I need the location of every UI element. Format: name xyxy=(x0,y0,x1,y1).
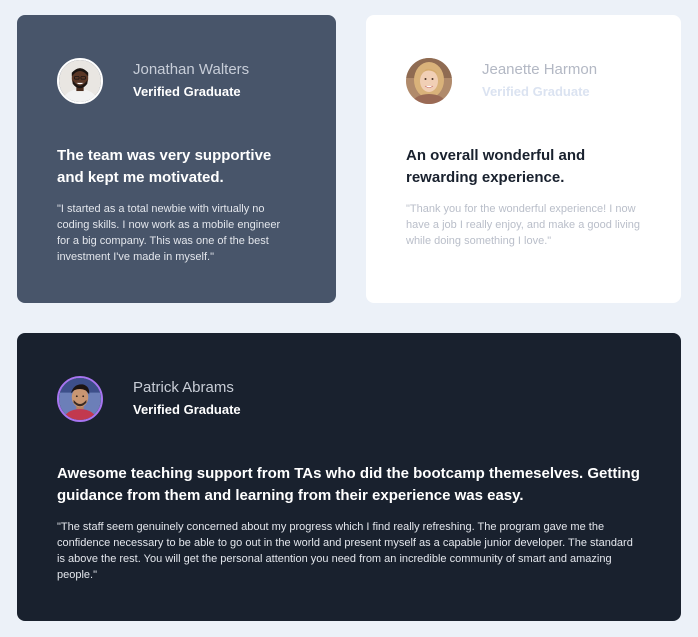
testimonial-headline: An overall wonderful and rewarding exper… xyxy=(406,147,586,186)
avatar-jeanette-icon xyxy=(406,58,452,104)
testimonial-headline: Awesome teaching support from TAs who di… xyxy=(57,465,640,504)
avatar-patrick-icon xyxy=(57,376,103,422)
author-role: Verified Graduate xyxy=(133,84,241,99)
card-header: Patrick Abrams Verified Graduate xyxy=(57,373,641,425)
testimonial-card-jeanette: Jeanette Harmon Verified Graduate An ove… xyxy=(366,15,681,303)
testimonial-quote: "Thank you for the wonderful experience!… xyxy=(406,203,640,247)
author-name: Jonathan Walters xyxy=(133,61,250,78)
card-header: Jeanette Harmon Verified Graduate xyxy=(406,55,641,107)
testimonial-quote: "The staff seem genuinely concerned abou… xyxy=(57,521,633,581)
author-name: Jeanette Harmon xyxy=(482,61,598,78)
person-info: Jeanette Harmon Verified Graduate xyxy=(482,61,597,101)
author-role: Verified Graduate xyxy=(133,402,241,417)
author-name: Patrick Abrams xyxy=(133,379,234,396)
avatar-jonathan-icon xyxy=(57,58,103,104)
testimonial-headline: The team was very supportive and kept me… xyxy=(57,147,272,186)
testimonial-quote: "I started as a total newbie with virtua… xyxy=(57,203,281,263)
card-header: Jonathan Walters Verified Graduate xyxy=(57,55,296,107)
testimonial-card-patrick: Patrick Abrams Verified Graduate Awesome… xyxy=(17,333,681,621)
person-info: Patrick Abrams Verified Graduate xyxy=(133,379,241,419)
person-info: Jonathan Walters Verified Graduate xyxy=(133,61,249,101)
author-role: Verified Graduate xyxy=(482,84,590,99)
testimonial-card-jonathan: Jonathan Walters Verified Graduate The t… xyxy=(17,15,336,303)
